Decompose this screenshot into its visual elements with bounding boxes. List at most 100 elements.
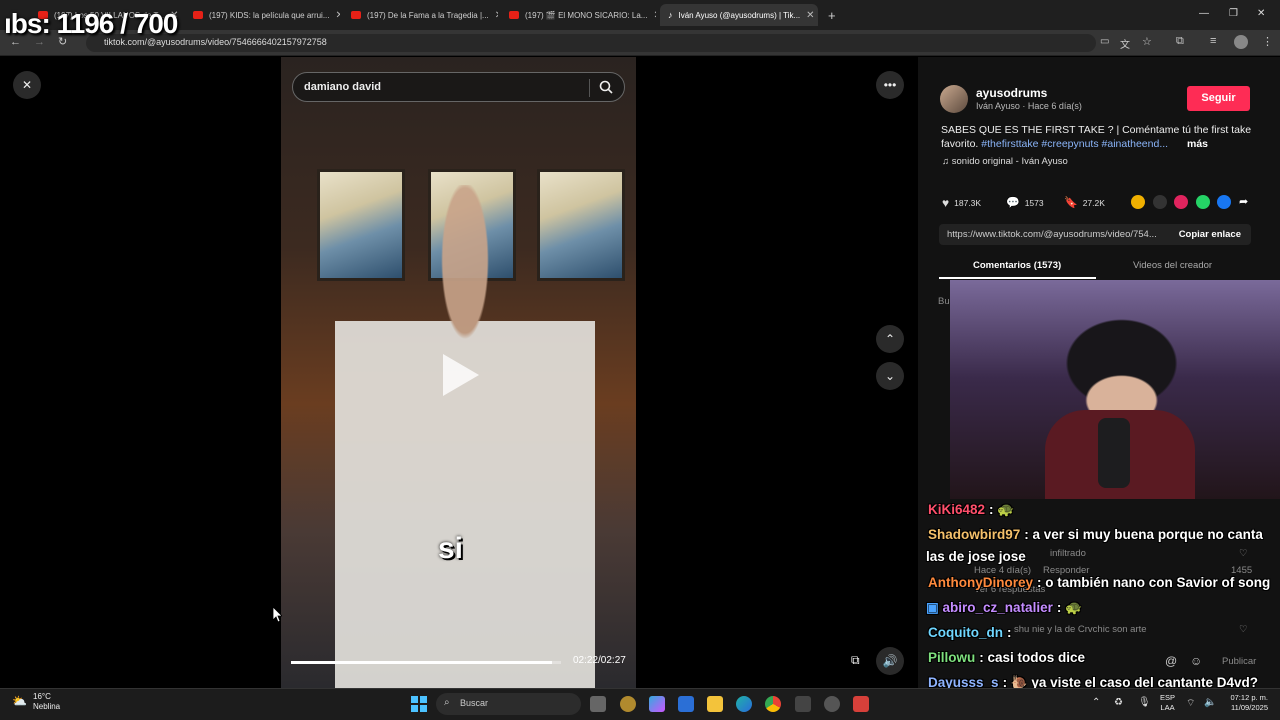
time-text: 07:12 p. m. — [1230, 693, 1268, 702]
embed-icon[interactable] — [1153, 195, 1167, 209]
active-tab-underline — [939, 277, 1096, 279]
microphone-tray-icon[interactable]: 🎙 — [1138, 697, 1151, 708]
pip-icon[interactable]: ⧉ — [851, 653, 860, 668]
chat-user: Shadowbird97 — [928, 527, 1021, 542]
chat-text: : a ver si muy buena porque no canta — [1024, 527, 1263, 542]
sound-label: sonido original - Iván Ayuso — [951, 156, 1068, 167]
share-coin-icon[interactable] — [1131, 195, 1145, 209]
chat-text: : — [1006, 625, 1012, 640]
app-icon[interactable] — [795, 696, 811, 712]
weather-icon[interactable]: ⛅ — [12, 694, 27, 708]
app-icon[interactable] — [853, 696, 869, 712]
reading-list-icon[interactable]: ≡ — [1210, 35, 1216, 47]
chat-user: KiKi6482 — [928, 502, 986, 517]
close-tab-icon[interactable]: ✕ — [806, 10, 814, 21]
comments-stat[interactable]: 💬 1573 — [1006, 196, 1044, 209]
tab-creator-videos[interactable]: Videos del creador — [1133, 260, 1212, 271]
chrome-icon[interactable] — [765, 696, 781, 712]
browser-tab[interactable]: (197) De la Fama a la Tragedia |... ✕ — [343, 4, 498, 26]
link-box: https://www.tiktok.com/@ayusodrums/video… — [939, 224, 1251, 245]
menu-kebab-icon[interactable]: ⋮ — [1262, 35, 1273, 48]
app-icon[interactable] — [620, 696, 636, 712]
progress-bar[interactable] — [291, 661, 561, 664]
language-indicator[interactable]: ESP LAA — [1160, 693, 1175, 713]
minimize-icon[interactable]: — — [1199, 8, 1209, 19]
copilot-icon[interactable] — [649, 696, 665, 712]
facebook-icon[interactable] — [1217, 195, 1231, 209]
send-icon[interactable] — [1174, 195, 1188, 209]
username[interactable]: ayusodrums — [976, 86, 1047, 100]
microphone — [1098, 418, 1130, 488]
tray-chevron-icon[interactable]: ⌃ — [1092, 697, 1100, 708]
whatsapp-icon[interactable] — [1196, 195, 1210, 209]
likes-count: 187.3K — [954, 198, 982, 208]
bookmark-star-icon[interactable]: ☆ — [1142, 35, 1152, 48]
avatar[interactable] — [940, 85, 968, 113]
sound-link[interactable]: ♫ sonido original - Iván Ayuso — [942, 156, 1068, 167]
file-explorer-icon[interactable] — [707, 696, 723, 712]
close-tab-icon[interactable]: ✕ — [495, 10, 498, 21]
windows-start-icon[interactable] — [411, 696, 427, 712]
network-icon[interactable]: ⌔ — [1186, 697, 1195, 710]
tab-label: (197) De la Fama a la Tragedia |... — [367, 10, 489, 20]
browser-tab[interactable]: (197) 🎬 El MONO SICARIO: La... ✕ — [501, 4, 656, 26]
weather-condition: Neblina — [33, 702, 61, 711]
weather-widget[interactable]: 16°C Neblina — [33, 692, 60, 712]
chevron-down-icon[interactable]: ⌄ — [876, 362, 904, 390]
hashtags[interactable]: #thefirsttake #creepynuts #ainatheend... — [981, 138, 1168, 150]
url-field[interactable]: tiktok.com/@ayusodrums/video/75466664021… — [86, 34, 1096, 52]
new-tab-button[interactable]: + — [820, 4, 840, 26]
search-divider — [589, 79, 590, 97]
video-link[interactable]: https://www.tiktok.com/@ayusodrums/video… — [947, 229, 1167, 240]
tab-comments[interactable]: Comentarios (1573) — [973, 260, 1061, 271]
copy-link-button[interactable]: Copiar enlace — [1179, 229, 1241, 240]
saves-count: 27.2K — [1082, 197, 1105, 208]
heart-outline-icon[interactable]: ♡ — [1239, 624, 1248, 635]
close-tab-icon[interactable]: ✕ — [336, 10, 340, 21]
user-subline: Iván Ayuso · Hace 6 día(s) — [976, 101, 1082, 111]
publish-button[interactable]: Publicar — [1222, 656, 1256, 667]
browser-tab-active[interactable]: ♪ Iván Ayuso (@ayusodrums) | Tik... ✕ — [660, 4, 818, 26]
comment-icon: 💬 — [1006, 197, 1020, 209]
taskbar — [0, 688, 1280, 720]
saves-stat[interactable]: 🔖 27.2K — [1064, 196, 1105, 209]
search-icon[interactable] — [599, 80, 613, 99]
lang-code: ESP — [1160, 693, 1176, 702]
more-options-icon[interactable]: ••• — [876, 71, 904, 99]
maximize-icon[interactable]: ❐ — [1229, 8, 1238, 19]
store-icon[interactable] — [678, 696, 694, 712]
close-tab-icon[interactable]: ✕ — [653, 10, 656, 21]
taskbar-search[interactable]: ⌕ Buscar — [436, 693, 581, 715]
volume-icon[interactable]: 🔊 — [876, 647, 904, 675]
task-view-icon[interactable] — [590, 696, 606, 712]
mention-icon[interactable]: @ — [1165, 654, 1177, 668]
edge-icon[interactable] — [736, 696, 752, 712]
emoji-icon[interactable]: ☺ — [1190, 654, 1202, 668]
extensions-icon[interactable]: ⧉ — [1176, 35, 1184, 48]
comments-count: 1573 — [1024, 197, 1044, 208]
cast-icon[interactable]: ▭ — [1100, 36, 1109, 47]
share-arrow-icon[interactable]: ➦ — [1239, 195, 1248, 208]
window-close-icon[interactable]: ✕ — [1257, 8, 1265, 19]
app-icon[interactable] — [824, 696, 840, 712]
likes-stat[interactable]: ♥ 187.3K — [942, 196, 981, 210]
follow-button[interactable]: Seguir — [1187, 86, 1250, 111]
chat-message: Pillowu: casi todos dice — [928, 650, 1085, 665]
chat-text: : casi todos dice — [979, 650, 1086, 665]
tray-app-icon[interactable]: ♻ — [1114, 697, 1123, 708]
profile-avatar-icon[interactable] — [1234, 35, 1248, 49]
ghost-infiltrado: infiltrado — [1050, 548, 1086, 559]
play-icon[interactable] — [443, 354, 479, 396]
translate-icon[interactable]: 文 — [1120, 36, 1130, 51]
close-icon[interactable]: ✕ — [13, 71, 41, 99]
ghost-comment-line: shu nie y la de Crvchic son arte — [1014, 624, 1147, 635]
chat-message: las de jose jose — [926, 549, 1026, 564]
chevron-up-icon[interactable]: ⌃ — [876, 325, 904, 353]
speaker-icon[interactable]: 🔈 — [1204, 697, 1216, 708]
browser-tab[interactable]: (197) KIDS: la película que arrui... ✕ — [185, 4, 340, 26]
heart-outline-icon[interactable]: ♡ — [1239, 548, 1248, 559]
more-link[interactable]: más — [1187, 138, 1208, 150]
search-input[interactable]: damiano david — [292, 72, 625, 102]
heart-icon: ♥ — [942, 196, 950, 210]
clock[interactable]: 07:12 p. m. 11/09/2025 — [1224, 693, 1268, 713]
